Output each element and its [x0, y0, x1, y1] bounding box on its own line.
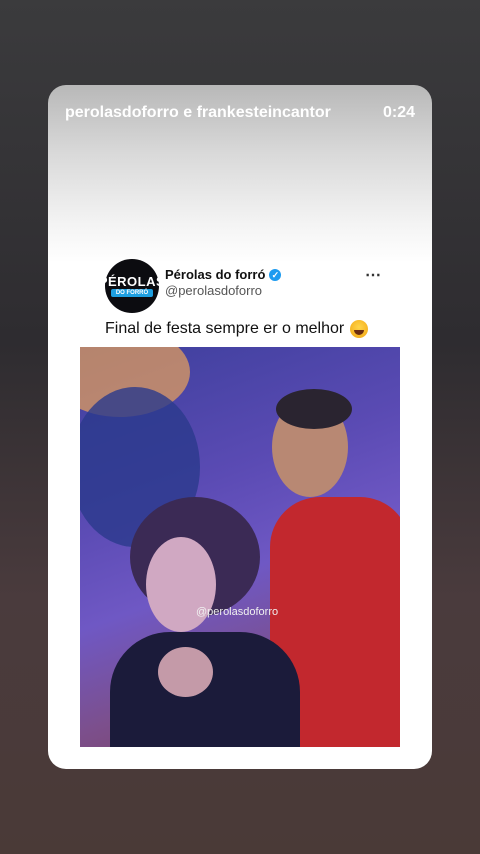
avatar[interactable]: PÉROLAS DO FORRÓ [99, 259, 165, 313]
story-accounts[interactable]: perolasdoforro e frankesteincantor [65, 104, 331, 122]
avatar-logo-top: PÉROLAS [98, 274, 166, 289]
more-options-icon[interactable]: ⋯ [365, 265, 382, 285]
tweet-body: Final de festa sempre er o melhor [105, 320, 345, 337]
story-timer: 0:24 [382, 104, 415, 121]
display-name[interactable]: Pérolas do forró [165, 267, 265, 282]
video-frame[interactable]: @perolasdoforro [80, 347, 400, 747]
story-header: perolasdoforro e frankesteincantor 0:24 [48, 85, 432, 141]
man-hair [276, 389, 352, 429]
name-row: Pérolas do forró ✓ [165, 267, 282, 282]
verified-badge-icon: ✓ [269, 268, 282, 281]
story-card[interactable]: perolasdoforro e frankesteincantor 0:24 … [48, 85, 432, 769]
avatar-logo-bottom: DO FORRÓ [110, 289, 154, 297]
laughing-emoji-icon [350, 320, 369, 338]
woman-hand [158, 647, 213, 697]
handle[interactable]: @perolasdoforro [165, 283, 262, 298]
tweet-header: PÉROLAS DO FORRÓ Pérolas do forró ✓ @per… [99, 259, 432, 313]
video-watermark: @perolasdoforro [196, 606, 279, 618]
tweet-text: Final de festa sempre er o melhor [105, 320, 369, 338]
